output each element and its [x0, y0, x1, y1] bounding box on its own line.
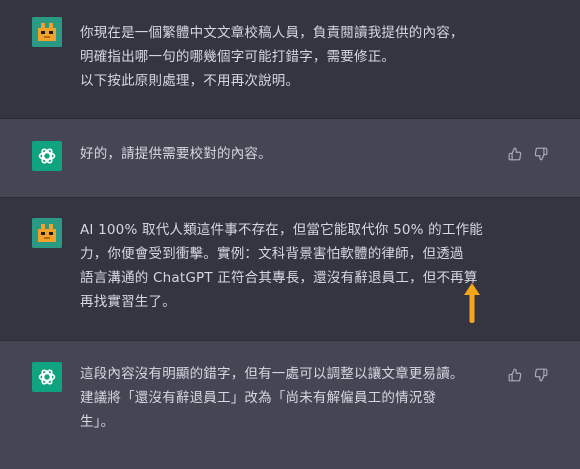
- message-text: 這段內容沒有明顯的錯字，但有一處可以調整以讓文章更易讀。 建議將「還沒有辭退員工…: [80, 362, 500, 434]
- message-text: 你現在是一個繁體中文文章校稿人員，負責閱讀我提供的內容， 明確指出哪一句的哪幾個…: [80, 21, 500, 93]
- message-line: 這段內容沒有明顯的錯字，但有一處可以調整以讓文章更易讀。: [80, 366, 464, 382]
- user-message: 你現在是一個繁體中文文章校稿人員，負責閱讀我提供的內容， 明確指出哪一句的哪幾個…: [0, 0, 580, 118]
- message-line: 語言溝通的 ChatGPT 正符合其專長，還沒有辭退員工，但不再算: [80, 270, 478, 286]
- assistant-message: 好的，請提供需要校對的內容。: [0, 119, 580, 197]
- chat-thread: 你現在是一個繁體中文文章校稿人員，負責閱讀我提供的內容， 明確指出哪一句的哪幾個…: [0, 0, 580, 469]
- user-avatar-icon: [32, 218, 62, 248]
- message-line: 你現在是一個繁體中文文章校稿人員，負責閱讀我提供的內容，: [80, 25, 464, 41]
- up-arrow-icon: [463, 282, 481, 324]
- thumbs-up-icon[interactable]: [506, 366, 524, 384]
- feedback-controls: [506, 145, 550, 163]
- message-line: 好的，請提供需要校對的內容。: [80, 146, 272, 162]
- openai-logo-icon: [32, 362, 62, 392]
- user-message: AI 100% 取代人類這件事不存在，但當它能取代你 50% 的工作能 力，你便…: [0, 198, 580, 340]
- assistant-message: 這段內容沒有明顯的錯字，但有一處可以調整以讓文章更易讀。 建議將「還沒有辭退員工…: [0, 341, 580, 469]
- message-line: 再找實習生了。: [80, 294, 176, 310]
- feedback-controls: [506, 366, 550, 384]
- message-line: 以下按此原則處理，不用再次說明。: [80, 73, 300, 89]
- message-line: AI 100% 取代人類這件事不存在，但當它能取代你 50% 的工作能: [80, 222, 483, 238]
- message-text: 好的，請提供需要校對的內容。: [80, 142, 500, 166]
- message-line: 生」。: [80, 414, 115, 430]
- thumbs-down-icon[interactable]: [532, 366, 550, 384]
- thumbs-up-icon[interactable]: [506, 145, 524, 163]
- user-avatar-icon: [32, 17, 62, 47]
- openai-logo-icon: [32, 141, 62, 171]
- message-line: 明確指出哪一句的哪幾個字可能打錯字，需要修正。: [80, 49, 396, 65]
- message-text: AI 100% 取代人類這件事不存在，但當它能取代你 50% 的工作能 力，你便…: [80, 218, 500, 314]
- message-line: 力，你便會受到衝擊。實例：文科背景害怕軟體的律師，但透過: [80, 246, 464, 262]
- thumbs-down-icon[interactable]: [532, 145, 550, 163]
- message-line: 建議將「還沒有辭退員工」改為「尚未有解僱員工的情況發: [80, 390, 437, 406]
